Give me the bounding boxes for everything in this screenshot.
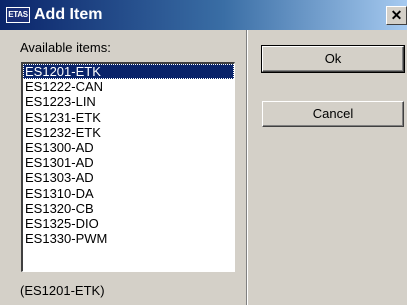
list-item[interactable]: ES1330-PWM <box>23 231 234 246</box>
add-item-dialog: ETAS Add Item ✕ Available items: ES1201-… <box>0 0 407 305</box>
list-item[interactable]: ES1232-ETK <box>23 125 234 140</box>
list-item[interactable]: ES1303-AD <box>23 170 234 185</box>
title-bar[interactable]: ETAS Add Item ✕ <box>0 0 407 30</box>
list-item[interactable]: ES1320-CB <box>23 201 234 216</box>
ok-button-label: Ok <box>324 51 342 66</box>
selected-item-status: (ES1201-ETK) <box>20 283 105 298</box>
list-item[interactable]: ES1222-CAN <box>23 79 234 94</box>
close-icon: ✕ <box>390 7 403 23</box>
list-item[interactable]: ES1300-AD <box>23 140 234 155</box>
list-item[interactable]: ES1201-ETK <box>23 64 234 80</box>
list-item[interactable]: ES1325-DIO <box>23 216 234 231</box>
cancel-button-label: Cancel <box>312 106 354 121</box>
cancel-button[interactable]: Cancel <box>262 101 404 127</box>
available-items-listbox[interactable]: ES1201-ETK ES1222-CAN ES1223-LIN ES1231-… <box>21 62 235 272</box>
ok-button[interactable]: Ok <box>261 45 405 73</box>
list-item[interactable]: ES1310-DA <box>23 186 234 201</box>
available-items-label: Available items: <box>20 40 111 55</box>
etas-logo-icon: ETAS <box>6 7 30 23</box>
close-button[interactable]: ✕ <box>386 6 407 25</box>
list-item[interactable]: ES1231-ETK <box>23 110 234 125</box>
window-title: Add Item <box>34 6 103 23</box>
list-item[interactable]: ES1223-LIN <box>23 94 234 109</box>
list-item[interactable]: ES1301-AD <box>23 155 234 170</box>
